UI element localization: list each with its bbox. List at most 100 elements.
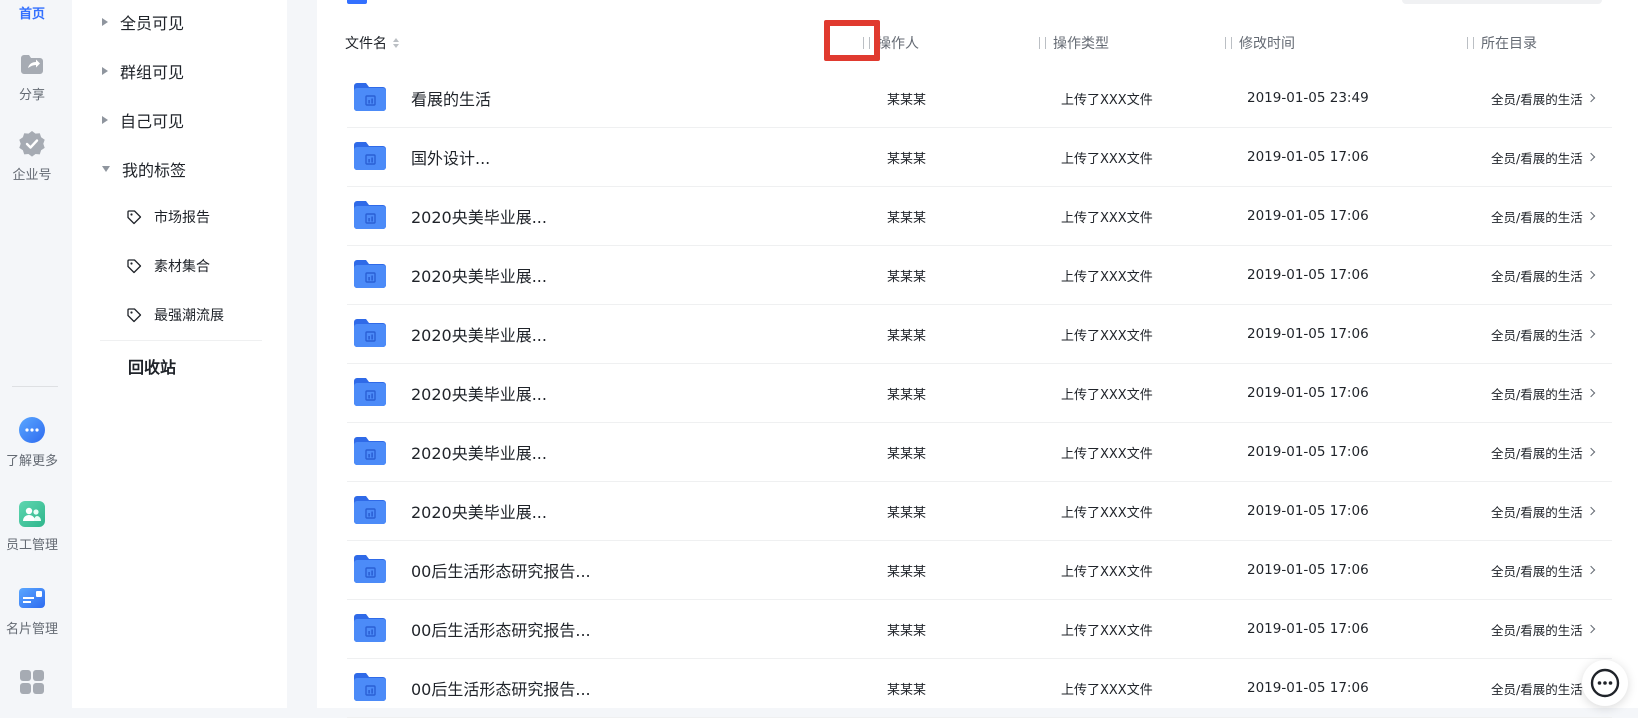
table-row[interactable]: 00后生活形态研究报告... 某某某 上传了XXX文件 2019-01-05 17:0… <box>347 659 1612 718</box>
rail-item-enterprise[interactable]: 企业号 <box>0 130 64 183</box>
column-resize-handle[interactable] <box>1467 37 1474 49</box>
directory-link[interactable]: 全员/看展的生活 <box>1491 659 1595 717</box>
folder-icon <box>353 317 387 353</box>
chevron-right-icon <box>1586 329 1595 339</box>
tree-item-my-tags[interactable]: 我的标签 <box>102 157 186 181</box>
table-header: 文件名 操作人 操作类型 修改时间 所在目录 <box>317 28 1638 58</box>
directory-link[interactable]: 全员/看展的生活 <box>1491 128 1595 186</box>
tag-item-trend-show[interactable]: 最强潮流展 <box>126 304 224 326</box>
folder-tree: 全员可见 群组可见 自己可见 我的标签 市场报告 素材集合 最强潮流展 回收站 <box>72 0 287 708</box>
file-name[interactable]: 2020央美毕业展... <box>411 482 547 540</box>
operation-type: 上传了XXX文件 <box>1061 623 1153 639</box>
tag-label: 市场报告 <box>154 210 210 226</box>
tag-item-materials[interactable]: 素材集合 <box>126 255 210 277</box>
sort-icon[interactable] <box>393 38 399 48</box>
directory-link[interactable]: 全员/看展的生活 <box>1491 364 1595 422</box>
chevron-right-icon <box>1586 152 1595 162</box>
rail-item-apps[interactable] <box>0 668 64 702</box>
caret-right-icon <box>102 116 108 124</box>
modified-time: 2019-01-05 17:06 <box>1247 680 1369 696</box>
directory-path: 全员/看展的生活 <box>1491 622 1583 638</box>
chat-more-icon <box>1590 668 1620 698</box>
tree-item-recycle-bin[interactable]: 回收站 <box>128 354 176 378</box>
tree-divider <box>100 340 262 341</box>
chevron-right-icon <box>1586 388 1595 398</box>
rail-home-label[interactable]: 首页 <box>0 3 64 22</box>
modified-time: 2019-01-05 17:06 <box>1247 149 1369 165</box>
tree-item-self[interactable]: 自己可见 <box>102 108 184 132</box>
file-name[interactable]: 2020央美毕业展... <box>411 364 547 422</box>
rail-item-learn-more[interactable]: 了解更多 <box>0 416 64 469</box>
directory-path: 全员/看展的生活 <box>1491 91 1583 107</box>
file-name[interactable]: 00后生活形态研究报告... <box>411 659 591 717</box>
directory-link[interactable]: 全员/看展的生活 <box>1491 246 1595 304</box>
directory-path: 全员/看展的生活 <box>1491 327 1583 343</box>
operator-name: 某某某 <box>887 505 927 521</box>
chat-float-button[interactable] <box>1582 660 1628 706</box>
folder-icon <box>353 553 387 589</box>
table-row[interactable]: 2020央美毕业展... 某某某 上传了XXX文件 2019-01-05 17:06 全… <box>347 305 1612 364</box>
table-row[interactable]: 2020央美毕业展... 某某某 上传了XXX文件 2019-01-05 17:06 全… <box>347 482 1612 541</box>
chevron-right-icon <box>1586 211 1595 221</box>
directory-link[interactable]: 全员/看展的生活 <box>1491 305 1595 363</box>
table-row[interactable]: 00后生活形态研究报告... 某某某 上传了XXX文件 2019-01-05 17:0… <box>347 541 1612 600</box>
operation-type: 上传了XXX文件 <box>1061 446 1153 462</box>
operator-name: 某某某 <box>887 564 927 580</box>
rail-item-share[interactable]: 分享 <box>0 50 64 103</box>
file-name[interactable]: 2020央美毕业展... <box>411 423 547 481</box>
rail-label-share: 分享 <box>18 88 45 103</box>
caret-right-icon <box>102 18 108 26</box>
tag-item-market-report[interactable]: 市场报告 <box>126 206 210 228</box>
directory-link[interactable]: 全员/看展的生活 <box>1491 187 1595 245</box>
column-header-name[interactable]: 文件名 <box>345 28 399 58</box>
table-row[interactable]: 2020央美毕业展... 某某某 上传了XXX文件 2019-01-05 17:06 全… <box>347 364 1612 423</box>
operator-name: 某某某 <box>887 387 927 403</box>
directory-link[interactable]: 全员/看展的生活 <box>1491 482 1595 540</box>
directory-path: 全员/看展的生活 <box>1491 504 1583 520</box>
directory-path: 全员/看展的生活 <box>1491 681 1583 697</box>
file-name[interactable]: 看展的生活 <box>411 69 491 127</box>
operator-name: 某某某 <box>887 210 927 226</box>
tree-item-group[interactable]: 群组可见 <box>102 59 184 83</box>
column-header-modified[interactable]: 修改时间 <box>1225 28 1295 58</box>
operator-name: 某某某 <box>887 269 927 285</box>
table-row[interactable]: 国外设计... 某某某 上传了XXX文件 2019-01-05 17:06 全员/看展的… <box>347 128 1612 187</box>
directory-path: 全员/看展的生活 <box>1491 386 1583 402</box>
directory-link[interactable]: 全员/看展的生活 <box>1491 423 1595 481</box>
file-name[interactable]: 2020央美毕业展... <box>411 187 547 245</box>
column-header-directory[interactable]: 所在目录 <box>1467 28 1537 58</box>
column-header-op-type[interactable]: 操作类型 <box>1039 28 1109 58</box>
file-name[interactable]: 2020央美毕业展... <box>411 246 547 304</box>
operation-type: 上传了XXX文件 <box>1061 328 1153 344</box>
tag-label: 最强潮流展 <box>154 308 224 324</box>
rail-item-cards[interactable]: 名片管理 <box>0 584 64 637</box>
directory-link[interactable]: 全员/看展的生活 <box>1491 69 1595 127</box>
tree-item-all-members[interactable]: 全员可见 <box>102 10 184 34</box>
table-row[interactable]: 看展的生活 某某某 上传了XXX文件 2019-01-05 23:49 全员/看展的生活 <box>347 69 1612 128</box>
folder-icon <box>353 140 387 176</box>
table-row[interactable]: 2020央美毕业展... 某某某 上传了XXX文件 2019-01-05 17:06 全… <box>347 246 1612 305</box>
file-table-panel: 文件名 操作人 操作类型 修改时间 所在目录 看展的生活 某某某 上传了XXX文件 2… <box>317 0 1638 718</box>
operation-type: 上传了XXX文件 <box>1061 682 1153 698</box>
file-name[interactable]: 00后生活形态研究报告... <box>411 541 591 599</box>
chevron-right-icon <box>1586 506 1595 516</box>
more-chat-icon <box>18 416 46 444</box>
column-resize-handle[interactable] <box>1225 37 1232 49</box>
modified-time: 2019-01-05 17:06 <box>1247 208 1369 224</box>
table-row[interactable]: 00后生活形态研究报告... 某某某 上传了XXX文件 2019-01-05 17:0… <box>347 600 1612 659</box>
directory-link[interactable]: 全员/看展的生活 <box>1491 541 1595 599</box>
table-row[interactable]: 2020央美毕业展... 某某某 上传了XXX文件 2019-01-05 17:06 全… <box>347 187 1612 246</box>
operation-type: 上传了XXX文件 <box>1061 151 1153 167</box>
file-name[interactable]: 00后生活形态研究报告... <box>411 600 591 658</box>
directory-link[interactable]: 全员/看展的生活 <box>1491 600 1595 658</box>
column-resize-handle[interactable] <box>1039 37 1046 49</box>
table-row[interactable]: 2020央美毕业展... 某某某 上传了XXX文件 2019-01-05 17:06 全… <box>347 423 1612 482</box>
directory-path: 全员/看展的生活 <box>1491 563 1583 579</box>
file-name[interactable]: 2020央美毕业展... <box>411 305 547 363</box>
file-name[interactable]: 国外设计... <box>411 128 490 186</box>
rail-item-staff[interactable]: 员工管理 <box>0 500 64 553</box>
operation-type: 上传了XXX文件 <box>1061 505 1153 521</box>
folder-icon <box>353 258 387 294</box>
tag-label: 素材集合 <box>154 259 210 275</box>
directory-path: 全员/看展的生活 <box>1491 150 1583 166</box>
